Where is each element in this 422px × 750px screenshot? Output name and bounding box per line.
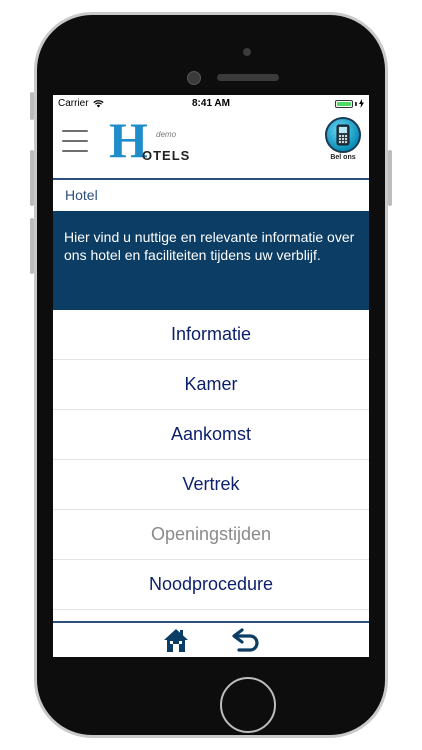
hotel-menu: Informatie Kamer Aankomst Vertrek Openin…: [53, 310, 369, 610]
logo-demo-label: demo: [156, 130, 177, 139]
app-header: H demo OTELS Bel ons: [53, 112, 369, 180]
hotels-logo: H demo OTELS: [109, 115, 199, 171]
menu-item-kamer[interactable]: Kamer: [53, 360, 369, 410]
home-icon[interactable]: [161, 625, 191, 655]
logo-word: OTELS: [142, 148, 191, 163]
tab-bar: [53, 621, 369, 657]
proximity-sensor: [243, 48, 251, 56]
hamburger-icon[interactable]: [62, 130, 88, 152]
status-bar: Carrier 8:41 AM: [53, 95, 369, 112]
call-us-label: Bel ons: [330, 154, 356, 161]
phone-icon: [325, 117, 361, 153]
app-screen: Carrier 8:41 AM H demo OTELS Bel ons Hot…: [53, 95, 369, 657]
back-arrow-icon[interactable]: [231, 625, 261, 655]
earpiece-speaker: [217, 74, 279, 81]
menu-item-vertrek[interactable]: Vertrek: [53, 460, 369, 510]
power-button: [388, 150, 392, 206]
menu-item-openingstijden: Openingstijden: [53, 510, 369, 560]
clock: 8:41 AM: [192, 98, 230, 109]
info-text: Hier vind u nuttige en relevante informa…: [53, 211, 369, 310]
menu-item-aankomst[interactable]: Aankomst: [53, 410, 369, 460]
menu-item-noodprocedure[interactable]: Noodprocedure: [53, 560, 369, 610]
breadcrumb: Hotel: [53, 180, 369, 211]
menu-item-informatie[interactable]: Informatie: [53, 310, 369, 360]
front-camera: [187, 71, 201, 85]
home-button[interactable]: [220, 677, 276, 733]
call-us-button[interactable]: Bel ons: [323, 117, 363, 161]
